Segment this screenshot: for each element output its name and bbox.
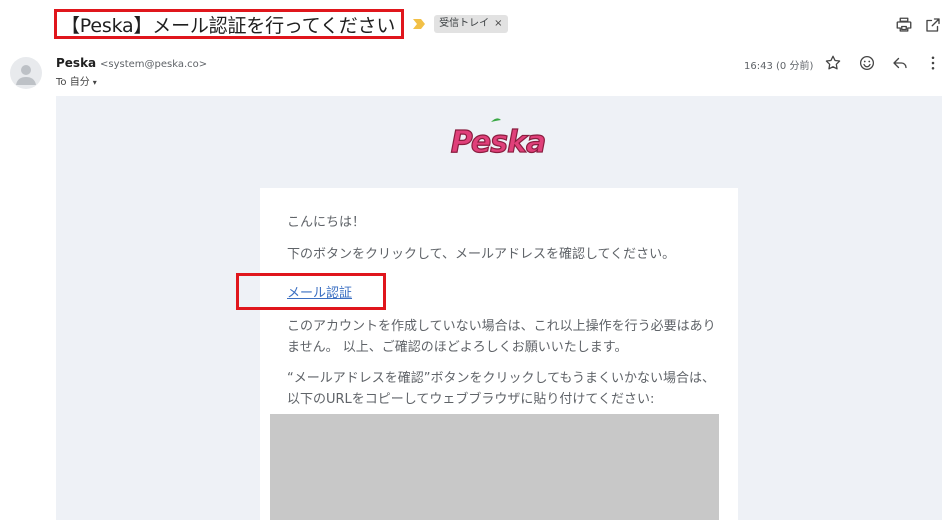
sender-info: Peska <system@peska.co>	[56, 56, 207, 70]
fallback-url-note: “メールアドレスを確認”ボタンをクリックしてもうまくいかない場合は、以下のURL…	[287, 371, 716, 407]
label-chip-text: 受信トレイ	[439, 18, 490, 29]
subject-highlight-box: 【Peska】メール認証を行ってください	[54, 9, 405, 39]
not-registered-note: このアカウントを作成していない場合は、これ以上操作を行う必要はありません。 以上…	[287, 319, 716, 355]
greeting-text: こんにちは！	[287, 215, 366, 230]
label-chip-inbox[interactable]: 受信トレイ ×	[434, 15, 508, 33]
reply-icon[interactable]	[891, 54, 909, 72]
redacted-url-block	[270, 414, 719, 520]
subject-row: 【Peska】メール認証を行ってください 受信トレイ ×	[54, 6, 508, 42]
sender-name: Peska	[56, 56, 97, 70]
verify-email-link[interactable]: メール認証	[287, 282, 352, 301]
more-vert-icon[interactable]	[924, 54, 942, 72]
recipient-line[interactable]: To 自分 ▾	[56, 73, 97, 88]
label-chip-close-icon[interactable]: ×	[494, 17, 502, 31]
chevron-down-icon[interactable]: ▾	[93, 78, 97, 87]
logo-text: Peska	[451, 125, 546, 160]
emoji-icon[interactable]	[858, 54, 876, 72]
recipient-prefix: To	[56, 77, 67, 88]
email-time: 16:43 (0 分前)	[744, 61, 814, 72]
person-icon	[16, 65, 36, 85]
importance-marker-icon[interactable]	[412, 18, 426, 30]
sender-avatar[interactable]	[10, 57, 42, 89]
instruction-text: 下のボタンをクリックして、メールアドレスを確認してください。	[287, 247, 676, 262]
email-card: こんにちは！ 下のボタンをクリックして、メールアドレスを確認してください。 メー…	[236, 188, 738, 520]
star-icon[interactable]	[824, 54, 842, 72]
recipient-name: 自分	[69, 77, 90, 88]
email-subject: 【Peska】メール認証を行ってください	[61, 14, 396, 37]
sender-email: <system@peska.co>	[99, 59, 208, 70]
peska-logo: Peska	[450, 118, 547, 161]
email-body: Peska こんにちは！ 下のボタンをクリックして、メールアドレスを確認してくだ…	[56, 96, 942, 520]
print-icon[interactable]	[895, 16, 913, 34]
open-in-new-icon[interactable]	[924, 16, 942, 34]
